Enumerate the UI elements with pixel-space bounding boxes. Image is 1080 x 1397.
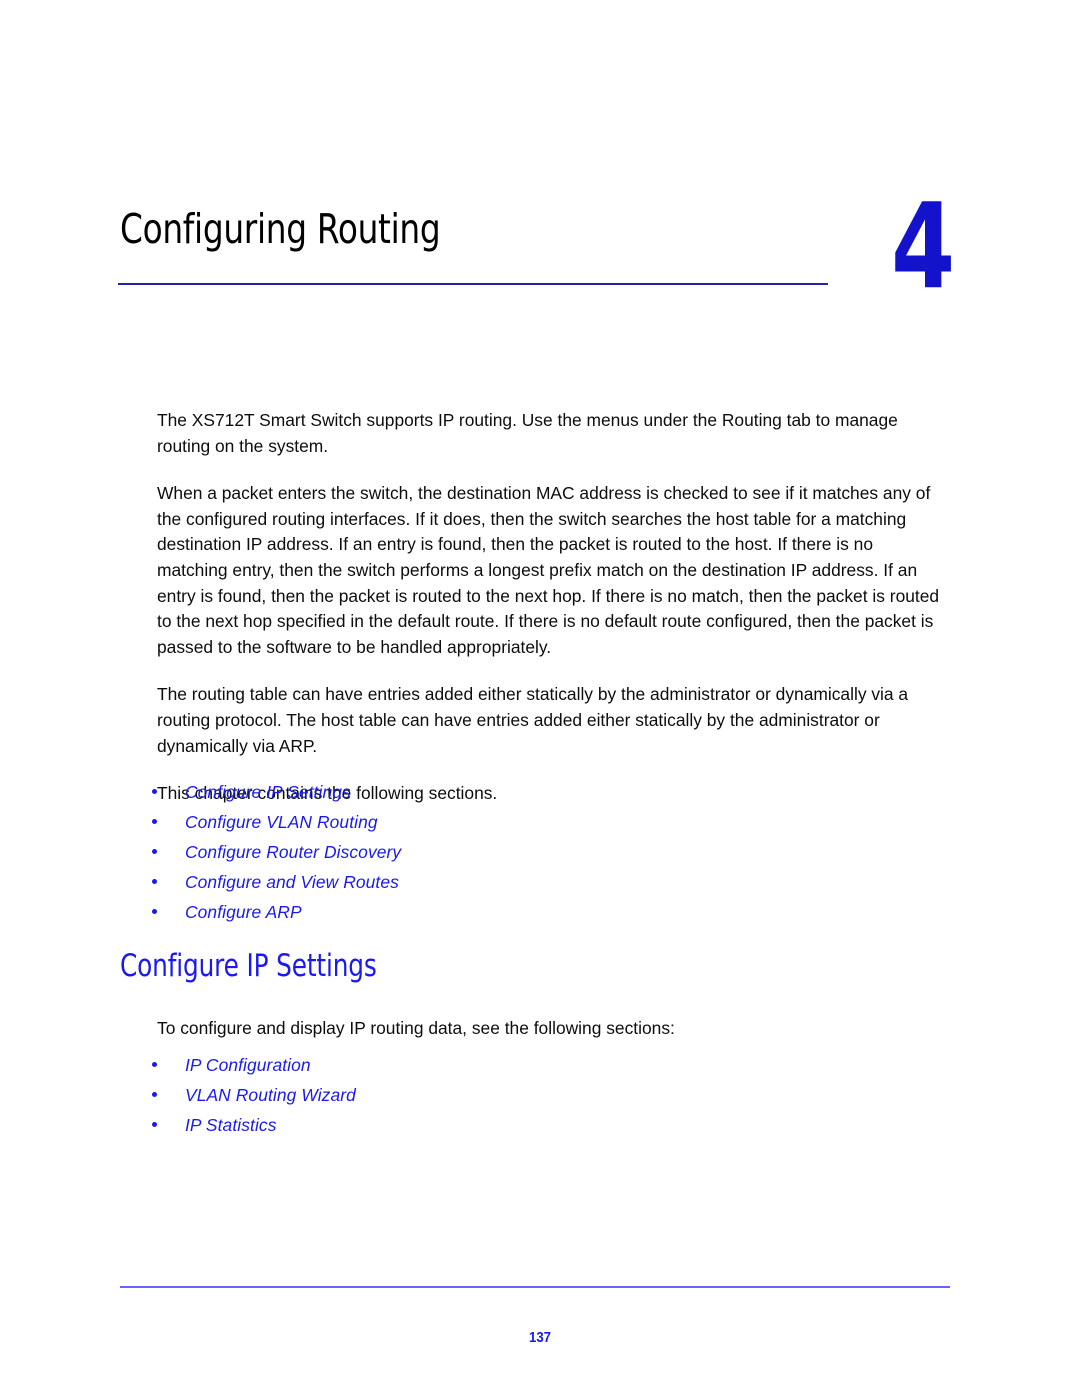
list-item[interactable]: IP Statistics <box>152 1114 752 1136</box>
bullet-icon <box>152 789 157 794</box>
chapter-title-rule <box>118 283 828 285</box>
link-configure-router-discovery[interactable]: Configure Router Discovery <box>185 842 401 862</box>
link-ip-statistics[interactable]: IP Statistics <box>185 1115 277 1135</box>
intro-paragraph-1: The XS712T Smart Switch supports IP rout… <box>157 410 898 456</box>
link-vlan-routing-wizard[interactable]: VLAN Routing Wizard <box>185 1085 356 1105</box>
bullet-icon <box>152 909 157 914</box>
chapter-header: Configuring Routing 4 <box>0 187 1080 335</box>
bullet-icon <box>152 1062 157 1067</box>
intro-paragraph-2: When a packet enters the switch, the des… <box>157 483 940 657</box>
document-page: Configuring Routing 4 The XS712T Smart S… <box>0 0 1080 1397</box>
chapter-section-link-list: Configure IP Settings Configure VLAN Rou… <box>152 781 752 923</box>
section-intro-block: To configure and display IP routing data… <box>157 1016 947 1042</box>
bullet-icon <box>152 849 157 854</box>
list-item[interactable]: Configure Router Discovery <box>152 841 752 863</box>
bullet-icon <box>152 879 157 884</box>
bullet-icon <box>152 819 157 824</box>
link-ip-configuration[interactable]: IP Configuration <box>185 1055 311 1075</box>
list-item[interactable]: Configure VLAN Routing <box>152 811 752 833</box>
list-item[interactable]: VLAN Routing Wizard <box>152 1084 752 1106</box>
section-link-list: IP Configuration VLAN Routing Wizard IP … <box>152 1054 752 1136</box>
list-item[interactable]: Configure IP Settings <box>152 781 752 803</box>
intro-paragraph-3: The routing table can have entries added… <box>157 684 909 756</box>
list-item[interactable]: Configure and View Routes <box>152 871 752 893</box>
intro-text-block: The XS712T Smart Switch supports IP rout… <box>157 408 947 807</box>
section-lead-in: To configure and display IP routing data… <box>157 1018 675 1038</box>
list-item[interactable]: Configure ARP <box>152 901 752 923</box>
list-item[interactable]: IP Configuration <box>152 1054 752 1076</box>
page-number: 137 <box>528 1329 552 1346</box>
link-configure-and-view-routes[interactable]: Configure and View Routes <box>185 872 399 892</box>
link-configure-ip-settings[interactable]: Configure IP Settings <box>185 782 351 802</box>
bullet-icon <box>152 1122 157 1127</box>
link-configure-arp[interactable]: Configure ARP <box>185 902 302 922</box>
footer-rule <box>120 1286 950 1288</box>
link-configure-vlan-routing[interactable]: Configure VLAN Routing <box>185 812 378 832</box>
chapter-number: 4 <box>891 177 956 315</box>
section-heading-configure-ip-settings: Configure IP Settings <box>120 948 377 984</box>
chapter-title: Configuring Routing <box>120 205 441 253</box>
bullet-icon <box>152 1092 157 1097</box>
